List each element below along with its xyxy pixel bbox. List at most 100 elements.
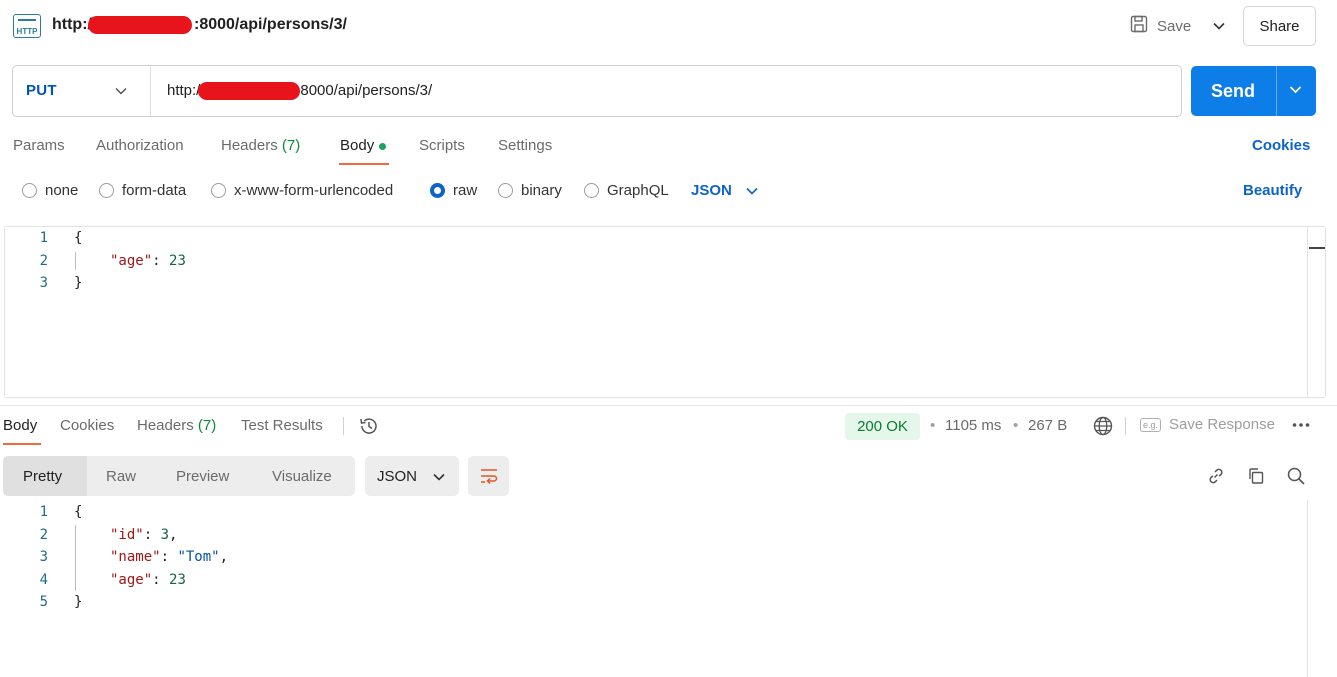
tab-headers[interactable]: Headers (7): [221, 137, 300, 154]
line-number: 5: [39, 594, 48, 610]
response-tab-cookies[interactable]: Cookies: [60, 417, 114, 434]
line-number: 1: [39, 504, 48, 520]
response-size[interactable]: 267 B: [1028, 417, 1067, 434]
status-badge[interactable]: 200 OK: [845, 413, 920, 440]
share-label: Share: [1259, 17, 1300, 35]
body-type-graphql[interactable]: GraphQL: [584, 182, 669, 199]
title-url-prefix: http:/: [52, 16, 92, 34]
tab-body-label: Body: [340, 137, 375, 154]
separator-dot: •: [1013, 417, 1019, 434]
radio-icon: [498, 183, 513, 198]
line-number: 2: [39, 527, 48, 543]
code-line: {: [74, 230, 83, 246]
raw-format-label: JSON: [691, 182, 732, 199]
tab-settings[interactable]: Settings: [498, 137, 552, 154]
response-tab-headers[interactable]: Headers (7): [137, 417, 216, 434]
line-number: 3: [39, 275, 48, 291]
separator: [343, 417, 344, 435]
redacted-host: [87, 16, 192, 34]
json-value: 23: [169, 253, 186, 269]
code-line: }: [74, 275, 83, 291]
tab-scripts[interactable]: Scripts: [419, 137, 465, 154]
body-modified-dot-icon: [379, 142, 387, 150]
save-icon: [1129, 14, 1149, 38]
tab-headers-count: (7): [281, 137, 301, 154]
send-divider: [1276, 66, 1277, 116]
raw-format-select[interactable]: JSON: [691, 182, 758, 199]
title-url-suffix: :8000/api/persons/3/: [193, 16, 347, 34]
radio-icon: [22, 183, 37, 198]
code-line: "id": 3,: [110, 527, 178, 543]
body-type-binary[interactable]: binary: [498, 182, 562, 199]
editor-scroll-thumb[interactable]: [1309, 247, 1325, 249]
copy-icon[interactable]: [1243, 463, 1269, 489]
radio-icon: [99, 183, 114, 198]
url-suffix: 8000/api/persons/3/: [300, 82, 433, 99]
view-raw[interactable]: Raw: [106, 456, 136, 496]
indent-guide: [75, 252, 76, 270]
method-select[interactable]: PUT: [26, 82, 57, 99]
tab-body[interactable]: Body: [340, 137, 387, 154]
editor-scrollbar[interactable]: [1307, 227, 1308, 397]
response-format-select[interactable]: JSON: [365, 456, 459, 496]
response-tab-active-indicator: [3, 443, 41, 445]
tab-authorization[interactable]: Authorization: [96, 137, 184, 154]
save-response-label: Save Response: [1169, 416, 1275, 433]
send-button[interactable]: Send: [1191, 66, 1316, 116]
http-request-icon: HTTP: [13, 14, 41, 38]
view-visualize[interactable]: Visualize: [272, 456, 332, 496]
response-tab-test-results[interactable]: Test Results: [241, 417, 323, 434]
method-chevron-down-icon[interactable]: [115, 82, 127, 99]
body-type-raw[interactable]: raw: [430, 182, 477, 199]
code-line: }: [74, 594, 83, 610]
response-tab-headers-count: (7): [197, 417, 217, 434]
request-body-editor[interactable]: [4, 226, 1326, 398]
link-icon[interactable]: [1203, 463, 1229, 489]
url-input[interactable]: http:/ 8000/api/persons/3/: [167, 82, 433, 101]
radio-label: GraphQL: [607, 182, 669, 199]
code-line: "age": 23: [110, 253, 186, 269]
search-icon[interactable]: [1283, 463, 1309, 489]
separator-dot: •: [930, 417, 936, 434]
response-scrollbar[interactable]: [1307, 500, 1308, 677]
tab-params[interactable]: Params: [13, 137, 65, 154]
radio-label: form-data: [122, 182, 187, 199]
response-view-switcher: Pretty Raw Preview Visualize: [3, 456, 355, 496]
send-options-chevron-down-icon[interactable]: [1289, 81, 1302, 98]
body-type-form-data[interactable]: form-data: [99, 182, 186, 199]
view-preview[interactable]: Preview: [176, 456, 229, 496]
response-tab-headers-label: Headers: [137, 417, 194, 434]
history-icon[interactable]: [358, 415, 380, 441]
globe-icon[interactable]: [1092, 415, 1114, 441]
json-value: 23: [169, 572, 186, 588]
separator: [1125, 417, 1126, 435]
wrap-lines-icon[interactable]: [468, 456, 509, 496]
save-button[interactable]: Save: [1129, 12, 1191, 40]
example-icon: e.g.: [1140, 417, 1162, 432]
url-divider: [150, 66, 151, 116]
json-key: "age": [110, 253, 153, 269]
tab-headers-label: Headers: [221, 137, 278, 154]
line-number: 2: [39, 253, 48, 269]
json-key: "age": [110, 572, 153, 588]
save-options-chevron-down-icon[interactable]: [1206, 12, 1232, 40]
line-number: 4: [39, 572, 48, 588]
beautify-link[interactable]: Beautify: [1243, 182, 1302, 199]
radio-icon: [584, 183, 599, 198]
pane-divider[interactable]: [0, 405, 1337, 406]
share-button[interactable]: Share: [1243, 6, 1316, 46]
save-response-button[interactable]: e.g. Save Response: [1140, 416, 1275, 433]
url-prefix: http:/: [167, 82, 201, 99]
radio-selected-icon: [430, 183, 445, 198]
body-type-none[interactable]: none: [22, 182, 78, 199]
response-format-chevron-down-icon: [433, 468, 445, 485]
json-value: 3: [160, 527, 170, 543]
cookies-link[interactable]: Cookies: [1252, 137, 1310, 154]
code-line: {: [74, 504, 83, 520]
response-tab-body[interactable]: Body: [3, 417, 37, 434]
request-title[interactable]: http:/ :8000/api/persons/3/: [52, 16, 347, 34]
view-pretty[interactable]: Pretty: [3, 456, 87, 496]
body-type-urlencoded[interactable]: x-www-form-urlencoded: [211, 182, 393, 199]
more-options-icon[interactable]: [1291, 418, 1311, 436]
response-time[interactable]: 1105 ms: [945, 417, 1001, 434]
